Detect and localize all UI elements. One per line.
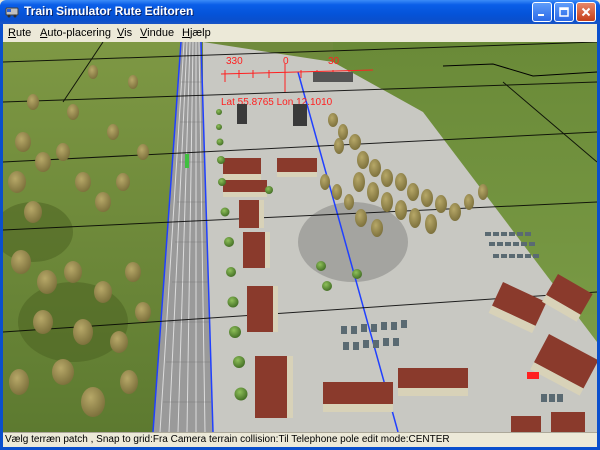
status-bar: Vælg terræn patch , Snap to grid:Fra Cam… [3,432,597,447]
building [313,72,353,82]
menu-accelerator-letter: A [40,27,48,39]
menu-vis[interactable]: Vis [114,26,135,40]
menu-accelerator-letter: V [117,27,125,39]
compass-heading-center: 0 [283,56,289,67]
building [255,356,293,418]
menu-vindue[interactable]: Vindue [137,26,177,40]
building [323,382,393,412]
maximize-icon [559,7,569,17]
minimize-button[interactable] [532,2,552,22]
compass-heading-right: 30 [328,56,340,67]
building [398,368,468,396]
close-icon [581,7,591,17]
window-title: Train Simulator Rute Editoren [24,4,194,18]
app-icon [5,7,19,18]
3d-viewport[interactable]: 330 0 30 Lat 55.8765 Lon 12.1010 [3,42,597,432]
menu-accelerator-letter: H [182,27,190,39]
selected-object-marker [527,372,539,379]
menu-hjaelp[interactable]: Hjælp [179,26,214,40]
title-bar[interactable]: Train Simulator Rute Editoren [0,0,600,24]
menu-auto-placering[interactable]: Auto-placering [37,26,114,40]
building [551,412,585,432]
terrain-scene: 330 0 30 Lat 55.8765 Lon 12.1010 [3,42,597,432]
app-window: Train Simulator Rute Editoren Rute Auto-… [0,0,600,450]
menu-accelerator-letter: V [140,27,148,39]
menu-rute[interactable]: Rute [5,26,34,40]
building [223,158,261,180]
menu-bar: Rute Auto-placering Vis Vindue Hjælp [3,24,597,42]
menu-accelerator-letter: R [8,27,16,39]
building [277,158,317,177]
building [247,286,278,332]
minimize-icon [538,14,544,16]
building [243,232,270,268]
building [237,104,247,124]
maximize-button[interactable] [554,2,574,22]
building [293,104,307,126]
building [239,200,264,228]
close-button[interactable] [576,2,596,22]
signal-marker [185,154,189,168]
building [223,180,267,197]
building [511,416,541,432]
compass-heading-left: 330 [226,56,243,67]
